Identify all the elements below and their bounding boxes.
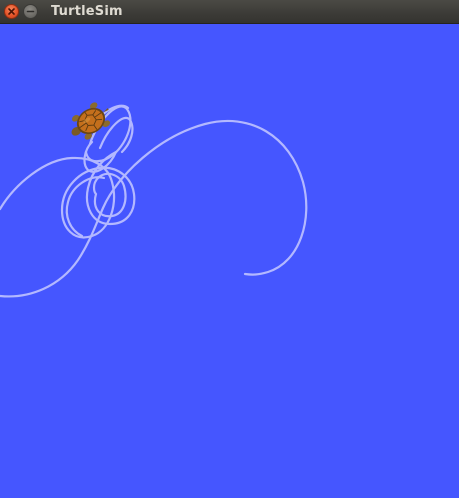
turtle-canvas-svg bbox=[0, 24, 459, 498]
minimize-button[interactable] bbox=[23, 4, 38, 19]
title-bar[interactable]: TurtleSim bbox=[0, 0, 459, 24]
close-button[interactable] bbox=[4, 4, 19, 19]
turtlesim-window: TurtleSim bbox=[0, 0, 459, 498]
close-icon bbox=[8, 8, 15, 15]
window-title: TurtleSim bbox=[51, 4, 123, 19]
canvas-background bbox=[0, 24, 459, 498]
simulation-canvas bbox=[0, 24, 459, 498]
minimize-icon bbox=[26, 10, 35, 13]
